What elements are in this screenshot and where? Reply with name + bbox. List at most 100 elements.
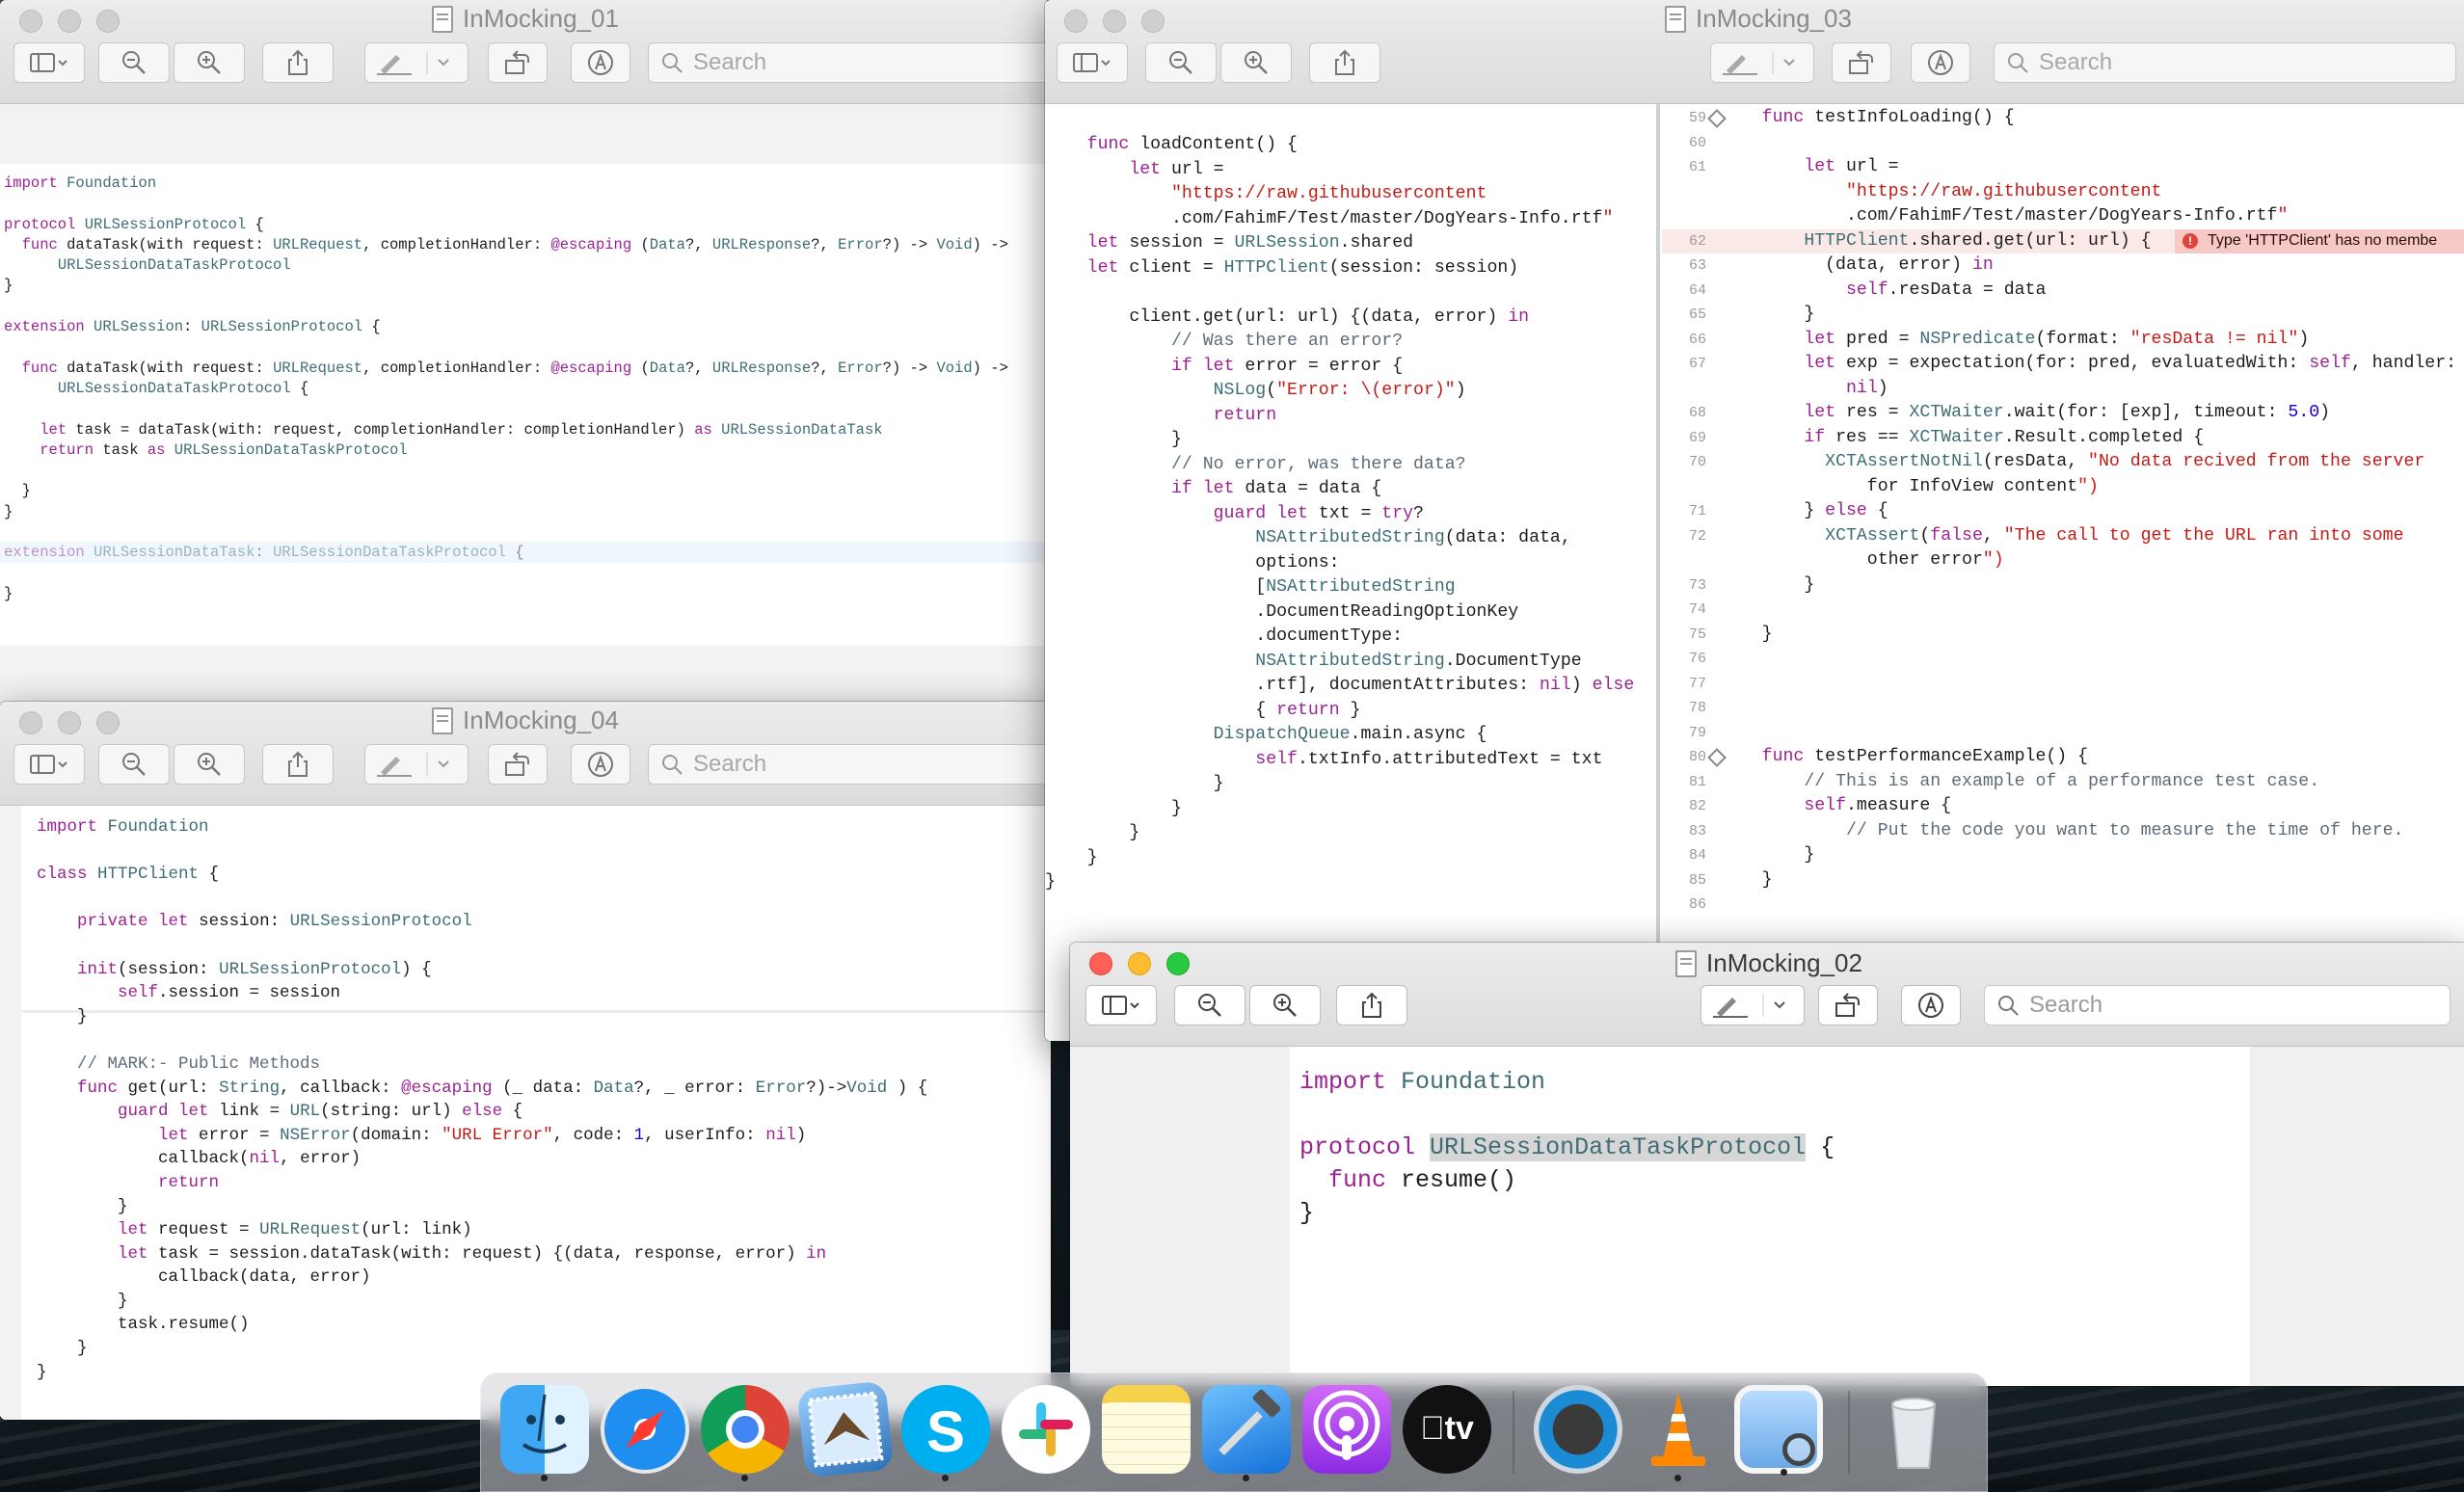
code-text: func testInfoLoading() { <box>1761 108 2015 127</box>
search-field[interactable]: Search <box>1994 42 2456 83</box>
zoom-out-button[interactable] <box>98 42 170 83</box>
tv-label: tv <box>1403 1410 1491 1448</box>
sidebar-toggle-button[interactable] <box>1057 42 1128 83</box>
share-button[interactable] <box>262 42 334 83</box>
notes-icon[interactable] <box>1102 1385 1191 1474</box>
search-field[interactable]: Search <box>1984 985 2451 1026</box>
code-text: } <box>1720 869 1773 890</box>
share-button[interactable] <box>262 744 334 785</box>
rotate-button[interactable] <box>1818 985 1878 1026</box>
vlc-icon[interactable] <box>1634 1385 1723 1481</box>
window-inmocking-02: InMocking_02 Search import Foundation pr… <box>1070 943 2464 1386</box>
line-number: 82 <box>1688 798 1706 814</box>
markup-button[interactable] <box>1710 42 1814 83</box>
chrome-icon[interactable] <box>701 1385 790 1481</box>
zoom-out-icon <box>122 753 146 776</box>
mail-icon[interactable] <box>796 1380 895 1479</box>
running-indicator <box>1781 1469 1787 1476</box>
line-number: 62 <box>1688 232 1706 250</box>
share-icon <box>1362 992 1381 1018</box>
markup-icon <box>588 50 613 75</box>
line-number: 80 <box>1688 749 1706 765</box>
sidebar-toggle-button[interactable] <box>13 42 85 83</box>
running-indicator <box>741 1475 748 1481</box>
markup-button[interactable] <box>364 42 469 83</box>
code-line: 75 } <box>1662 623 2464 648</box>
safari-icon[interactable] <box>601 1385 689 1474</box>
line-number: 78 <box>1688 700 1706 716</box>
left-code-panel: func loadContent() { let url = "https://… <box>1045 135 1635 892</box>
markup-button[interactable] <box>364 744 469 785</box>
code-line: 66 let pred = NSPredicate(format: "resDa… <box>1662 328 2464 353</box>
rotate-button[interactable] <box>488 42 548 83</box>
preview-icon[interactable] <box>1734 1385 1823 1476</box>
code-text: // This is an example of a performance t… <box>1804 771 2320 791</box>
sidebar-icon <box>1102 996 1139 1015</box>
rotate-button[interactable] <box>1832 42 1891 83</box>
window-titlebar: InMocking_03 Search <box>1045 0 2464 104</box>
code-text: } <box>1720 845 1815 865</box>
trash-icon[interactable] <box>1869 1385 1958 1474</box>
zoom-out-button[interactable] <box>98 744 170 785</box>
compass-icon <box>626 1410 664 1449</box>
code-line: 62 HTTPClient.shared.get(url: url) {! Typ… <box>1662 228 2464 253</box>
annotate-button[interactable] <box>571 42 630 83</box>
sidebar-toggle-button[interactable] <box>1085 985 1157 1026</box>
error-badge[interactable]: ! Type 'HTTPClient' has no membe <box>2175 228 2464 253</box>
annotate-button[interactable] <box>1901 985 1961 1026</box>
code-line: 65 } <box>1662 303 2464 328</box>
code-line: 78 <box>1662 696 2464 721</box>
document-content: func loadContent() { let url = "https://… <box>1045 104 2464 1041</box>
line-number: 83 <box>1688 822 1706 839</box>
code-line: 63 (data, error) in <box>1662 253 2464 279</box>
zoom-in-button[interactable] <box>174 42 245 83</box>
zoom-in-button[interactable] <box>174 744 245 785</box>
share-button[interactable] <box>1309 42 1380 83</box>
code-text: } <box>1720 624 1773 644</box>
podcasts-icon[interactable] <box>1302 1385 1391 1474</box>
markup-button[interactable] <box>1701 985 1805 1026</box>
zoom-out-button[interactable] <box>1174 985 1245 1026</box>
search-icon <box>2008 53 2028 73</box>
zoom-out-icon <box>122 51 146 74</box>
line-number: 68 <box>1688 405 1706 421</box>
running-indicator <box>942 1475 949 1481</box>
code-line: 80 func testPerformanceExample() { <box>1662 745 2464 770</box>
code-line: "https://raw.githubusercontent <box>1662 180 2464 205</box>
code-text: func testPerformanceExample() { <box>1761 747 2089 766</box>
markup-pen-icon <box>1723 51 1795 75</box>
quicktime-icon[interactable] <box>1534 1385 1622 1474</box>
eagle-stamp-icon <box>807 1391 884 1468</box>
code-text: let pred = NSPredicate(format: "resData … <box>1804 329 2310 349</box>
magnifier-icon <box>1782 1433 1815 1466</box>
tv-icon[interactable]: tv <box>1403 1385 1491 1474</box>
window-title: InMocking_01 <box>0 4 1051 34</box>
share-button[interactable] <box>1336 985 1407 1026</box>
code-page: import Foundation protocol URLSessionDat… <box>1290 1047 2250 1386</box>
code-line: 67 let exp = expectation(for: pred, eval… <box>1662 352 2464 377</box>
slack-icon[interactable] <box>1002 1385 1090 1474</box>
search-field[interactable]: Search <box>648 744 1051 785</box>
window-titlebar: InMocking_02 Search <box>1070 943 2464 1047</box>
share-icon <box>288 751 308 777</box>
share-icon <box>288 49 308 75</box>
finder-icon[interactable] <box>500 1385 589 1481</box>
document-icon <box>1675 949 1698 977</box>
sidebar-toggle-button[interactable] <box>13 744 85 785</box>
zoom-in-button[interactable] <box>1220 42 1292 83</box>
annotate-button[interactable] <box>571 744 630 785</box>
rotate-button[interactable] <box>488 744 548 785</box>
code-line: 72 XCTAssert(false, "The call to get the… <box>1662 524 2464 549</box>
window-title-text: InMocking_04 <box>463 706 619 734</box>
code-line: 74 <box>1662 598 2464 623</box>
code-line: 70 XCTAssertNotNil(resData, "No data rec… <box>1662 450 2464 475</box>
zoom-in-button[interactable] <box>1249 985 1321 1026</box>
search-field[interactable]: Search <box>648 42 1051 83</box>
line-number: 77 <box>1688 675 1706 692</box>
annotate-button[interactable] <box>1911 42 1970 83</box>
xcode-icon[interactable] <box>1202 1385 1291 1481</box>
code-text: let exp = expectation(for: pred, evaluat… <box>1804 354 2457 373</box>
code-text: XCTAssertNotNil(resData, "No data recive… <box>1825 452 2425 471</box>
zoom-out-button[interactable] <box>1145 42 1217 83</box>
skype-icon[interactable]: S <box>901 1385 990 1481</box>
